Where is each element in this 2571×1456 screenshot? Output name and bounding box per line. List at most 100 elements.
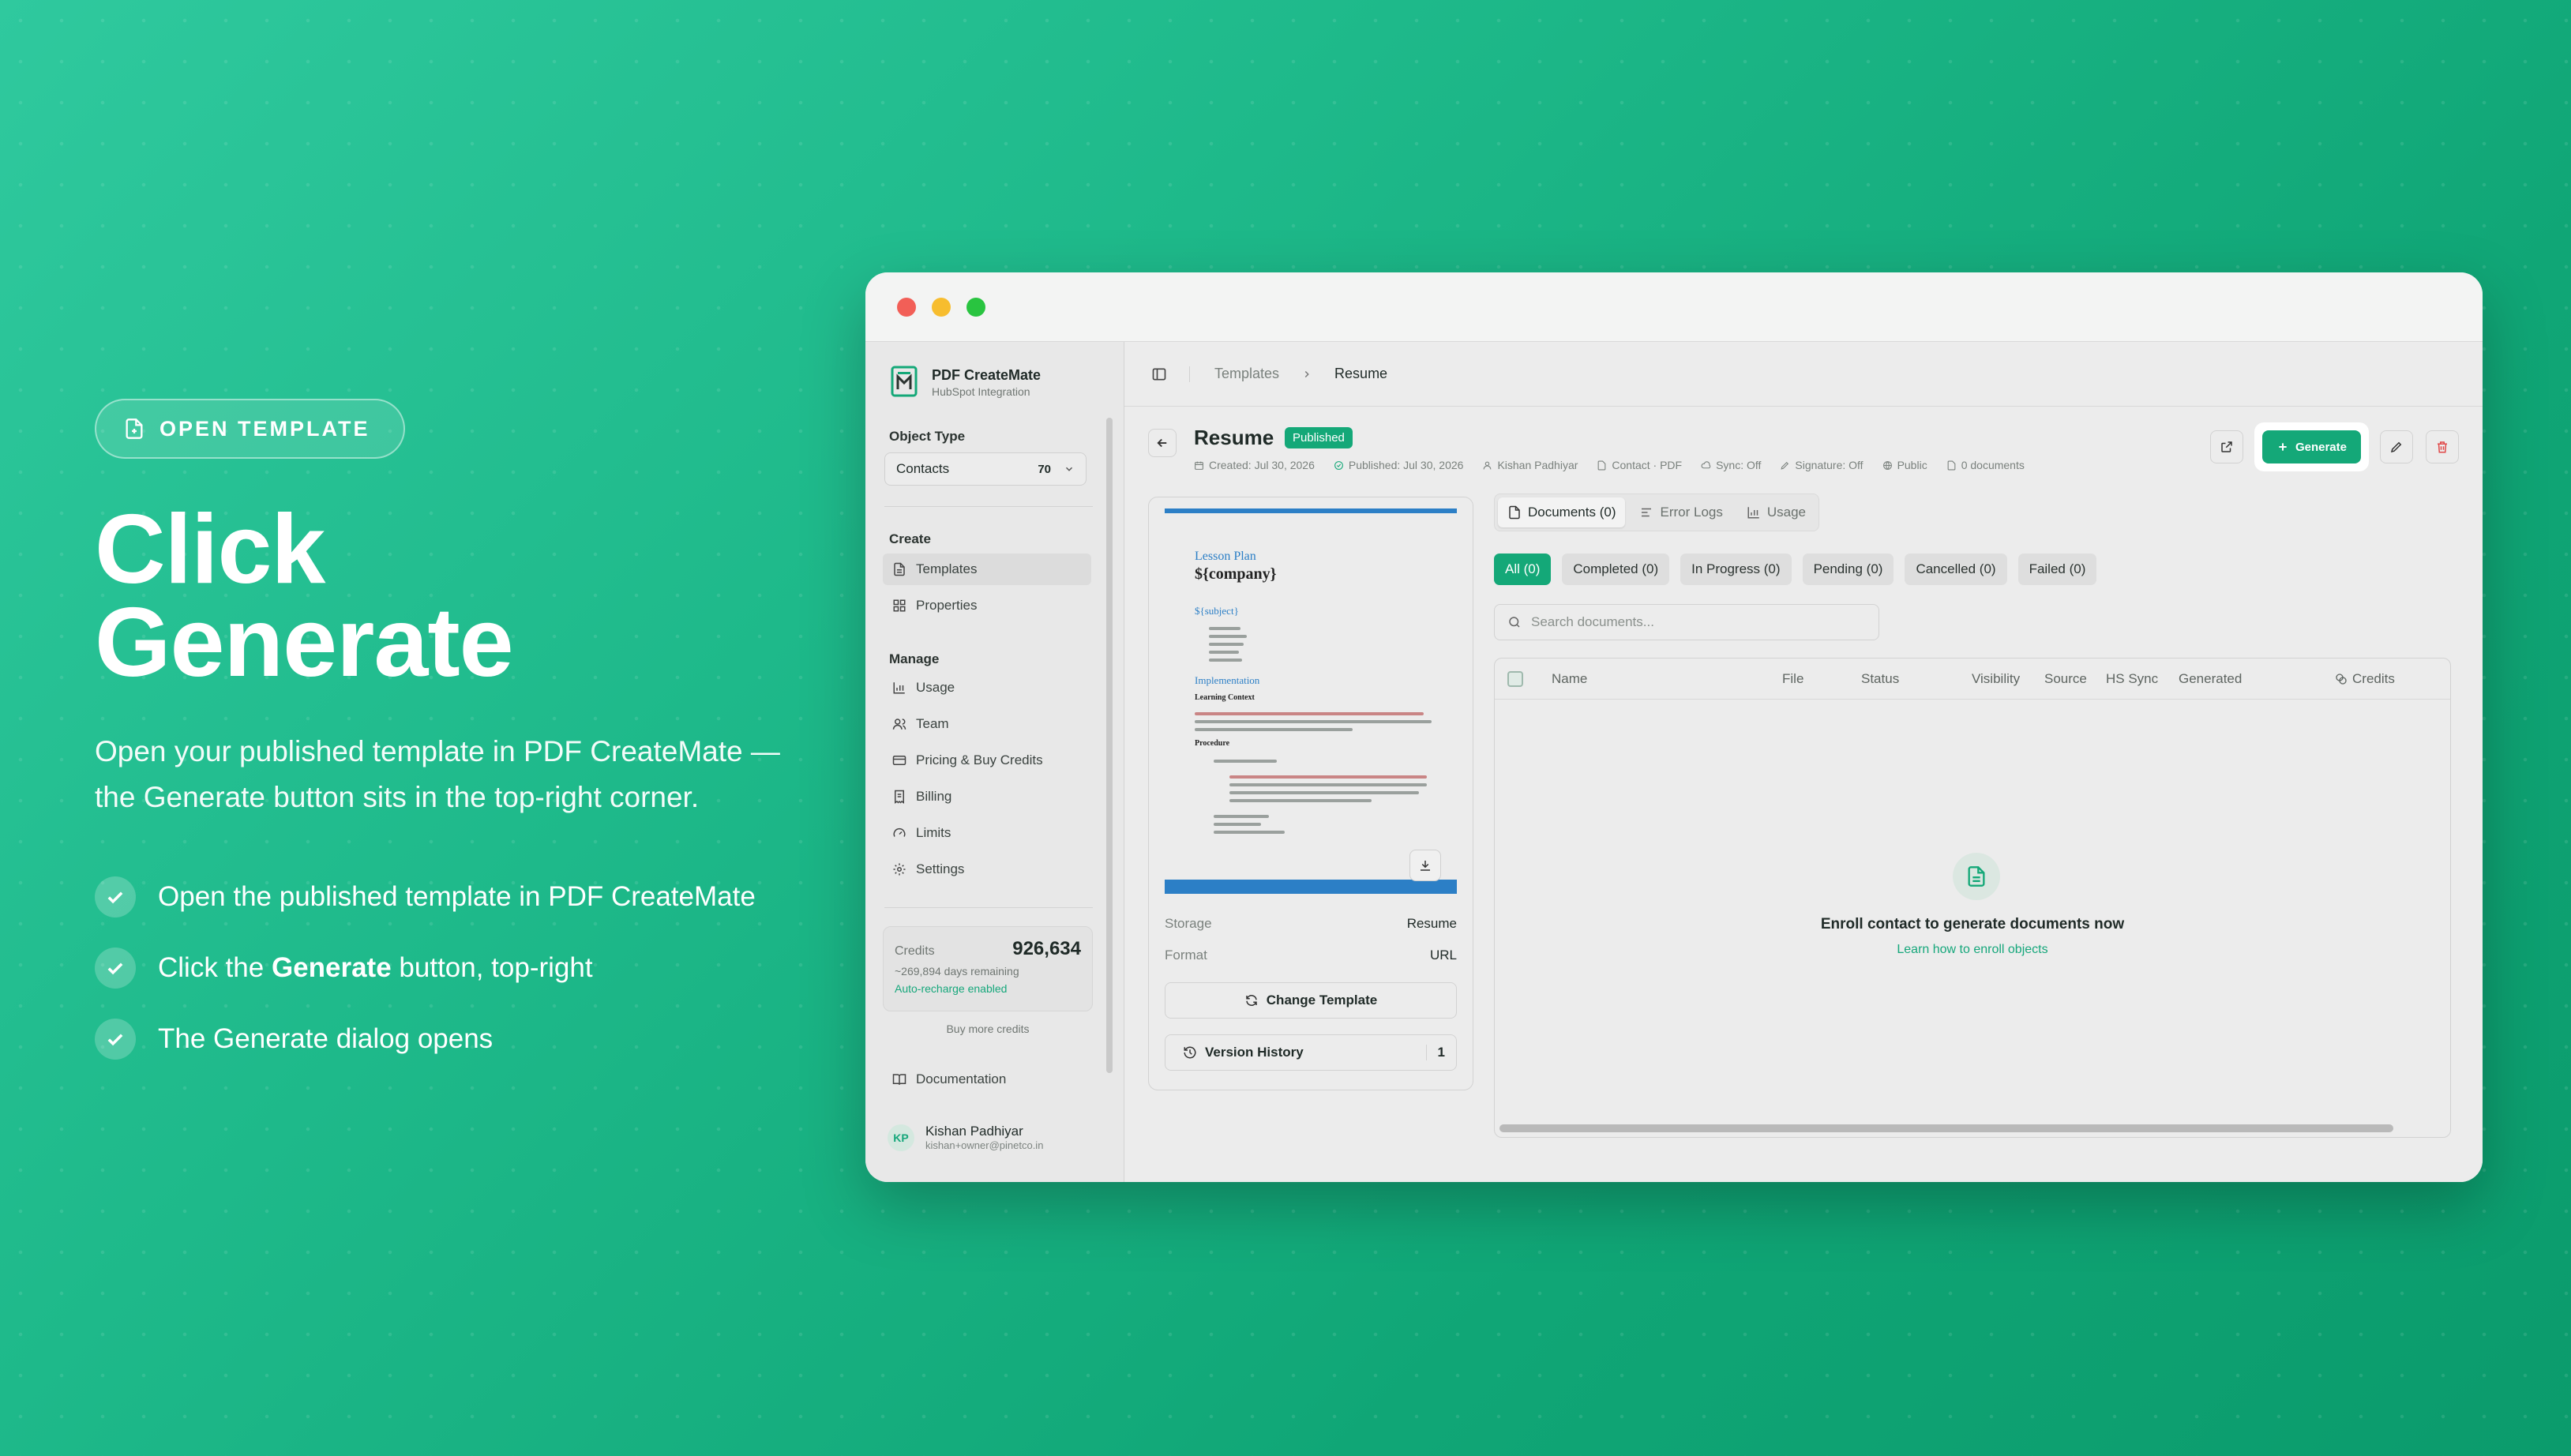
gauge-icon — [893, 827, 906, 837]
meta-type: Contact · PDF — [1597, 459, 1682, 471]
meta-sync: Sync: Off — [1701, 459, 1761, 471]
sidebar-item-billing[interactable]: Billing — [883, 781, 1091, 812]
trash-icon — [2438, 441, 2447, 453]
sidebar-item-pricing[interactable]: Pricing & Buy Credits — [883, 745, 1091, 776]
filter-cancelled[interactable]: Cancelled (0) — [1905, 554, 2007, 585]
user-name: Kishan Padhiyar — [925, 1124, 1023, 1139]
maximize-window-dot[interactable] — [966, 298, 985, 317]
filter-failed[interactable]: Failed (0) — [2017, 554, 2097, 585]
pencil-icon — [2390, 441, 2402, 453]
back-button[interactable] — [1148, 429, 1177, 457]
credits-value: 926,634 — [1012, 938, 1081, 959]
app-body: PDF CreateMate HubSpot Integration Objec… — [865, 342, 2483, 1182]
preview-implementation: Implementation — [1195, 674, 1260, 686]
empty-state-title: Enroll contact to generate documents now — [1820, 916, 2125, 933]
topbar-divider — [1189, 366, 1192, 382]
sidebar-item-label: Limits — [916, 825, 951, 840]
generate-button[interactable]: Generate — [2261, 430, 2361, 463]
preview-line — [1209, 627, 1240, 630]
check-icon — [95, 948, 136, 989]
sidebar-item-label: Billing — [916, 789, 952, 804]
file-icon — [126, 418, 143, 439]
header-actions: Generate — [2209, 424, 2459, 470]
filter-pending[interactable]: Pending (0) — [1802, 554, 1894, 585]
search-input[interactable]: Search documents... — [1494, 604, 1879, 640]
step-list: Open the published template in PDF Creat… — [95, 861, 805, 1075]
open-external-button[interactable] — [2209, 430, 2243, 463]
sidebar-scrollbar[interactable] — [1106, 418, 1113, 1073]
preview-footer-band — [1165, 880, 1457, 894]
sidebar-item-label: Properties — [916, 598, 978, 613]
tab-usage[interactable]: Usage — [1737, 497, 1815, 527]
sidebar-item-templates[interactable]: Templates — [883, 554, 1091, 585]
calendar-icon — [1195, 461, 1203, 470]
page-title: Resume — [1194, 426, 1274, 449]
column-status[interactable]: Status — [1861, 671, 1899, 687]
breadcrumb-templates[interactable]: Templates — [1214, 366, 1279, 382]
column-hs-sync[interactable]: HS Sync — [2106, 671, 2158, 687]
change-template-button[interactable]: Change Template — [1165, 982, 1457, 1019]
sidebar-item-team[interactable]: Team — [883, 708, 1091, 740]
status-badge: Published — [1285, 427, 1353, 448]
preview-line — [1195, 712, 1424, 715]
meta-published: Published: Jul 30, 2026 — [1334, 459, 1463, 471]
tab-documents[interactable]: Documents (0) — [1498, 497, 1626, 527]
preview-line — [1209, 643, 1244, 646]
step-text-bold: Generate — [271, 952, 392, 983]
pdf-createmate-logo-icon — [891, 366, 918, 397]
preview-heading: Lesson Plan — [1195, 550, 1256, 563]
sidebar-item-label: Team — [916, 716, 949, 731]
meta-text: Created: Jul 30, 2026 — [1209, 459, 1315, 471]
tab-label: Error Logs — [1660, 505, 1723, 520]
close-window-dot[interactable] — [897, 298, 916, 317]
column-file[interactable]: File — [1782, 671, 1803, 687]
tab-error-logs[interactable]: Error Logs — [1630, 497, 1732, 527]
generate-label: Generate — [2295, 440, 2347, 454]
document-tabs: Documents (0) Error Logs Usage — [1494, 493, 1819, 531]
meta-signature: Signature: Off — [1780, 459, 1864, 471]
user-icon — [1484, 461, 1492, 469]
download-icon — [1421, 861, 1430, 871]
storage-row: Storage Resume — [1165, 916, 1457, 932]
minimize-window-dot[interactable] — [932, 298, 951, 317]
edit-button[interactable] — [2380, 430, 2413, 463]
filter-all[interactable]: All (0) — [1494, 554, 1552, 585]
column-generated[interactable]: Generated — [2179, 671, 2242, 687]
window-titlebar — [865, 272, 2483, 342]
document-icon — [1509, 505, 1520, 520]
meta-created: Created: Jul 30, 2026 — [1194, 459, 1315, 471]
user-profile[interactable]: KP Kishan Padhiyar kishan+owner@pinetco.… — [888, 1124, 1043, 1151]
sidebar-toggle-icon[interactable] — [1151, 366, 1167, 382]
template-thumbnail[interactable]: Lesson Plan ${company} ${subject} Implem… — [1165, 508, 1457, 894]
download-button[interactable] — [1409, 850, 1441, 881]
pen-icon — [1781, 461, 1789, 470]
column-source[interactable]: Source — [2044, 671, 2087, 687]
credit-card-icon — [892, 756, 906, 765]
brand-name: PDF CreateMate — [932, 366, 1042, 383]
sidebar-item-usage[interactable]: Usage — [883, 672, 1091, 704]
object-type-select[interactable]: Contacts 70 — [884, 452, 1087, 486]
sidebar-item-limits[interactable]: Limits — [883, 817, 1091, 849]
horizontal-scrollbar[interactable] — [1499, 1124, 2393, 1132]
filter-in-progress[interactable]: In Progress (0) — [1680, 554, 1792, 585]
object-type-label: Object Type — [889, 429, 966, 444]
file-icon — [1598, 460, 1606, 470]
filter-completed[interactable]: Completed (0) — [1562, 554, 1670, 585]
column-credits[interactable]: Credits — [2335, 671, 2395, 687]
sidebar-item-documentation[interactable]: Documentation — [883, 1064, 1091, 1095]
manage-section-label: Manage — [889, 651, 940, 666]
select-all-checkbox[interactable] — [1507, 671, 1523, 687]
delete-button[interactable] — [2426, 430, 2459, 463]
version-history-button[interactable]: Version History 1 — [1165, 1034, 1457, 1071]
grid-icon — [893, 599, 906, 612]
sidebar-item-properties[interactable]: Properties — [883, 590, 1091, 621]
sidebar-item-settings[interactable]: Settings — [883, 854, 1091, 885]
column-name[interactable]: Name — [1552, 671, 1587, 687]
documents-table: Name File Status Visibility Source HS Sy… — [1494, 658, 2451, 1138]
credits-label: Credits — [895, 944, 935, 958]
coins-icon — [2336, 674, 2347, 685]
brand[interactable]: PDF CreateMate HubSpot Integration — [891, 366, 1041, 399]
learn-enroll-link[interactable]: Learn how to enroll objects — [1495, 943, 2450, 957]
column-visibility[interactable]: Visibility — [1972, 671, 2020, 687]
buy-more-credits-link[interactable]: Buy more credits — [865, 1023, 1110, 1035]
